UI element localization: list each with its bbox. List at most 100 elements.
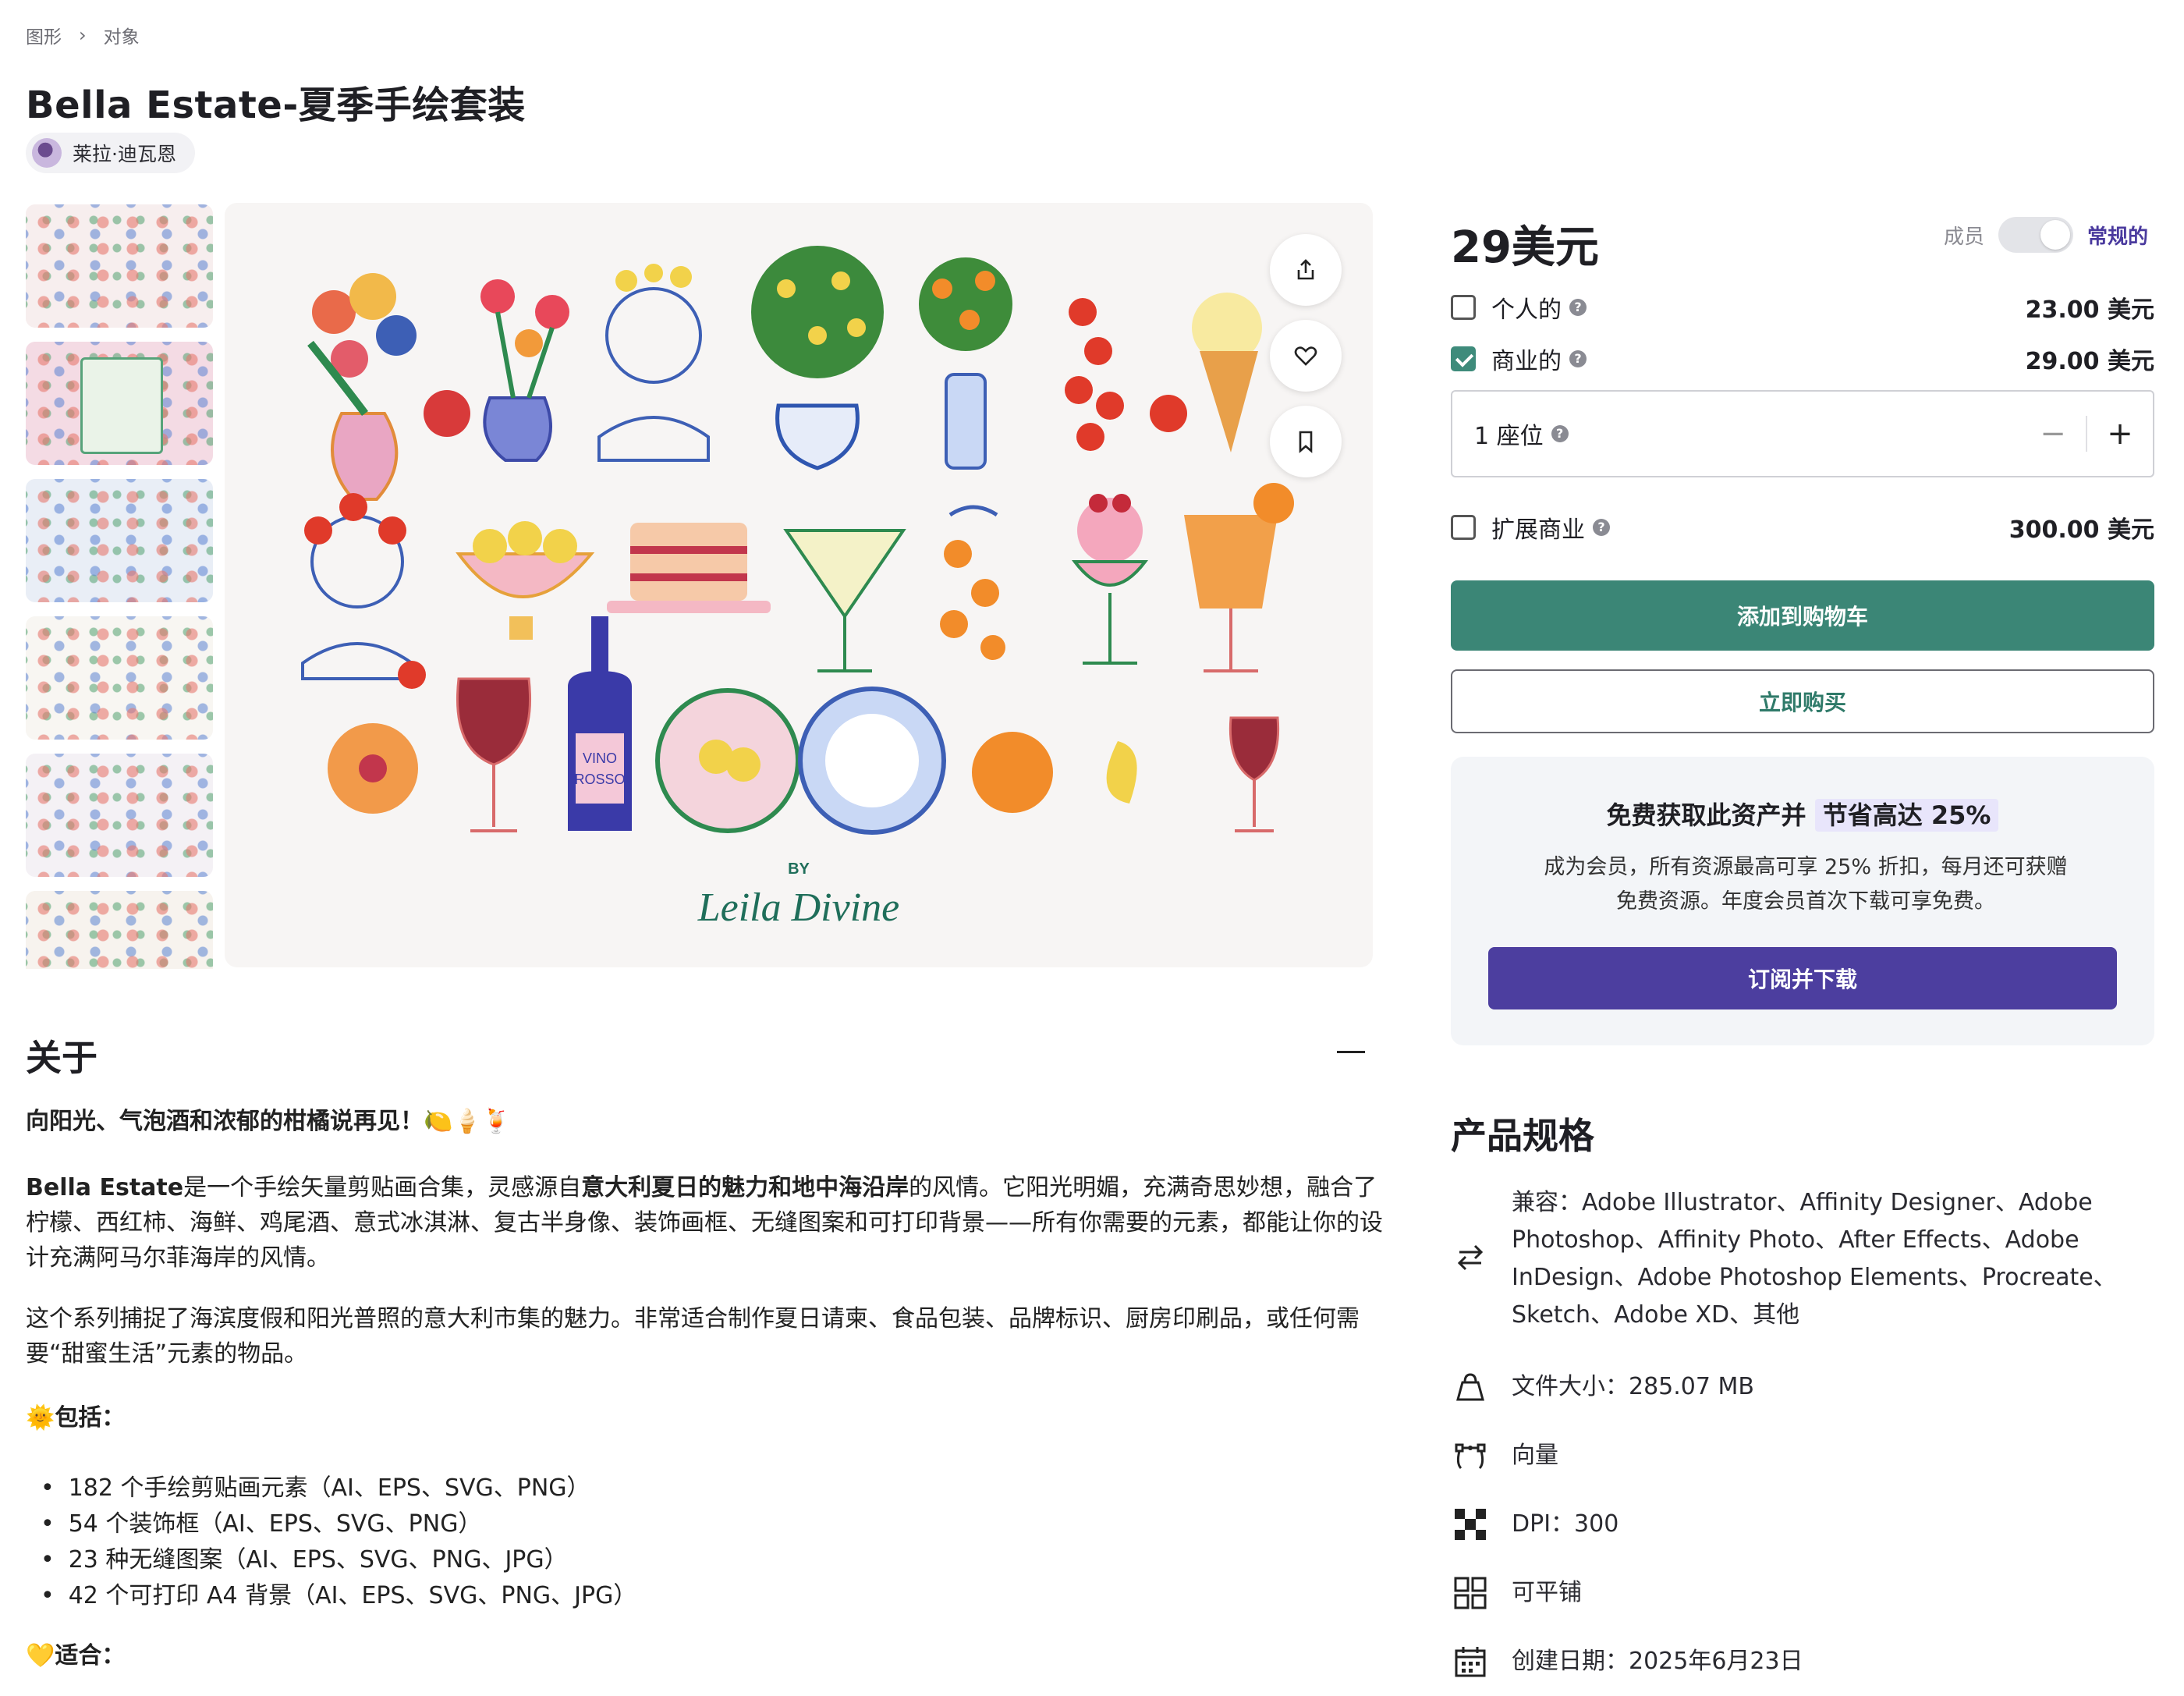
breadcrumb: 图形 › 对象 [26,22,140,48]
bust-with-lemons [597,264,710,462]
list-item: 182 个手绘剪贴画元素（AI、EPS、SVG、PNG） [62,1471,636,1506]
spec-text: 向量 [1512,1442,1558,1469]
promo-body: 成为会员，所有资源最高可享 25% 折扣，每月还可获赠免费资源。年度会员首次下载… [1544,855,2068,914]
spec-text: 文件大小：285.07 MB [1512,1373,1754,1400]
clipart-illustration: VINO ROSSO BY Leila Divine [301,246,1294,930]
list-item: 23 种无缝图案（AI、EPS、SVG、PNG、JPG） [62,1542,636,1578]
promo-heading-text: 免费获取此资产并 [1606,800,1806,830]
breadcrumb-graphics[interactable]: 图形 [26,22,62,48]
thumbnail-6[interactable] [26,891,213,969]
para1-text-a: 是一个手绘矢量剪贴画合集，灵感源自 [183,1174,582,1201]
price: 29美元 [1451,222,1599,273]
spec-file-size: 文件大小：285.07 MB [1451,1368,2153,1406]
bag-icon [1451,1368,1490,1406]
spec-dpi: DPI：300 [1451,1506,2153,1543]
seat-stepper: 1 座位 ? − + [1451,390,2154,477]
calendar-icon [1451,1643,1490,1680]
spec-compatibility: 兼容：Adobe Illustrator、Affinity Designer、A… [1451,1184,2153,1334]
about-tagline: 向阳光、气泡酒和浓郁的柑橘说再见！🍋🍦🍹 [26,1108,512,1135]
bust-with-tomatoes [301,493,426,689]
para1-bold: 意大利夏日的魅力和地中海沿岸 [581,1174,909,1201]
thumbnail-4[interactable] [26,616,213,740]
license-amount: 300.00 美元 [2008,516,2154,544]
tomato-vine [1065,298,1187,451]
pricing-toggle: 成员 常规的 [1944,217,2148,253]
ice-cream-cone [1192,293,1262,452]
license-extended[interactable]: 扩展商业 ? 300.00 美元 [1451,510,2154,545]
spec-tileable: 可平铺 [1451,1574,2153,1612]
license-label: 个人的 [1491,296,1562,324]
wine-bottle: VINO ROSSO [568,616,632,831]
lemon-plate [655,688,800,833]
product-name: Bella Estate [26,1174,184,1201]
help-icon[interactable]: ? [1593,519,1610,536]
breadcrumb-objects[interactable]: 对象 [104,22,140,48]
spec-text: 可平铺 [1512,1579,1582,1606]
help-icon[interactable]: ? [1551,425,1569,442]
heart-icon [1294,346,1317,366]
bottle-label-vino: VINO [583,750,617,766]
promo-heading: 免费获取此资产并 节省高达 25% [1451,796,2154,832]
extended-checkbox[interactable] [1451,515,1476,540]
share-icon [1297,259,1314,280]
add-to-cart-button[interactable]: 添加到购物车 [1451,580,2154,651]
thumbnail-1[interactable] [26,204,213,328]
preview-image: VINO ROSSO BY Leila Divine [225,203,1373,967]
help-icon[interactable]: ? [1569,350,1587,367]
spec-text: 创建日期：2025年6月23日 [1512,1648,1803,1675]
dpi-grid-icon [1451,1506,1490,1543]
commercial-checkbox[interactable] [1451,346,1476,371]
author-name: 莱拉·迪瓦恩 [73,143,176,165]
member-toggle[interactable] [1998,217,2074,253]
swap-arrows-icon [1451,1239,1490,1276]
license-label: 扩展商业 [1491,516,1585,544]
spec-vector: 向量 [1451,1437,2153,1474]
collapse-button[interactable] [1335,1039,1367,1063]
vector-icon [1451,1437,1490,1474]
specs-heading: 产品规格 [1451,1115,1594,1157]
includes-heading: 🌞包括： [26,1404,126,1432]
promo-highlight: 节省高达 25% [1814,799,1999,832]
wine-glass-2 [1228,716,1280,832]
signature-name: Leila Divine [697,885,900,930]
license-commercial[interactable]: 商业的 ? 29.00 美元 [1451,342,2154,376]
orange-fruit [972,732,1053,813]
personal-checkbox[interactable] [1451,295,1476,320]
license-amount: 23.00 美元 [2025,296,2154,324]
page-title: Bella Estate-夏季手绘套装 [26,83,526,127]
license-label: 商业的 [1491,348,1562,375]
help-icon[interactable]: ? [1569,299,1587,316]
author-chip[interactable]: 莱拉·迪瓦恩 [26,133,195,173]
thumbnail-5[interactable] [26,754,213,877]
scalloped-plate [798,687,946,835]
thumbnail-2[interactable] [26,342,213,465]
buy-now-button[interactable]: 立即购买 [1451,669,2154,733]
list-item: 54 个装饰框（AI、EPS、SVG、PNG） [62,1506,636,1542]
flower-vase-2 [480,279,569,462]
seat-increment-button[interactable]: + [2086,416,2153,452]
signature-by: BY [788,860,810,878]
thumbnail-strip [26,204,213,969]
license-amount: 29.00 美元 [2025,348,2154,375]
includes-list: 182 个手绘剪贴画元素（AI、EPS、SVG、PNG） 54 个装饰框（AI、… [62,1471,637,1614]
wine-glass-1 [456,677,532,832]
strawberry [424,390,470,437]
share-button[interactable] [1270,234,1342,306]
flower-vase-1 [307,273,417,501]
tile-grid-icon [1451,1574,1490,1612]
toggle-member-label: 成员 [1944,225,1985,249]
seat-decrement-button[interactable]: − [2020,416,2086,452]
subscribe-download-button[interactable]: 订阅并下载 [1488,947,2117,1009]
suits-heading: 💛适合： [26,1642,126,1669]
license-personal[interactable]: 个人的 ? 23.00 美元 [1451,290,2154,325]
spec-text: 兼容：Adobe Illustrator、Affinity Designer、A… [1512,1189,2117,1329]
chevron-right-icon: › [79,24,87,46]
about-paragraph-2: 这个系列捕捉了海滨度假和阳光普照的意大利市集的魅力。非常适合制作夏日请柬、食品包… [26,1305,1360,1368]
lemon-fruit [1106,741,1137,804]
favorite-button[interactable] [1270,320,1342,392]
bottle-label-rosso: ROSSO [574,772,625,787]
thumbnail-3[interactable] [26,479,213,602]
list-item: 42 个可打印 A4 背景（AI、EPS、SVG、PNG、JPG） [62,1578,637,1614]
bookmark-icon [1299,431,1313,453]
bookmark-button[interactable] [1270,406,1342,477]
